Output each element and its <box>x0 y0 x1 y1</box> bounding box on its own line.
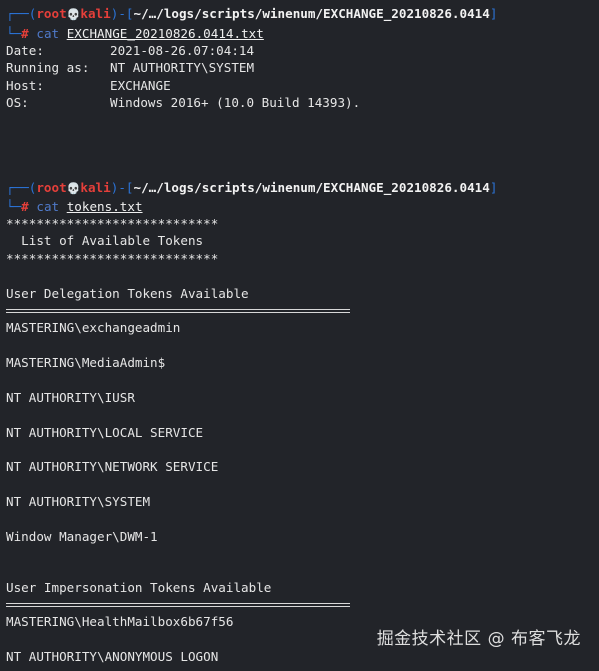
info-row-date: Date: 2021-08-26.07:04:14 <box>6 43 255 58</box>
token-item: MASTERING\HealthMailbox6b67f56 <box>6 614 234 629</box>
terminal-window[interactable]: ┌──(root💀kali)-[~/…/logs/scripts/winenum… <box>0 0 599 671</box>
token-item: MASTERING\MediaAdmin$ <box>6 355 166 370</box>
delegation-heading: User Delegation Tokens Available <box>6 286 249 301</box>
stars-bottom: **************************** <box>6 251 219 266</box>
watermark: 掘金技术社区 @ 布客飞龙 <box>376 629 581 649</box>
prompt-path: ~/…/logs/scripts/winenum/EXCHANGE_202108… <box>133 6 490 21</box>
tokens-heading: List of Available Tokens <box>6 233 204 248</box>
prompt-bracket-mid: )-[ <box>110 6 134 21</box>
token-item: NT AUTHORITY\ANONYMOUS LOGON <box>6 649 219 664</box>
prompt-line-2: ┌──(root💀kali)-[~/…/logs/scripts/winenum… <box>6 180 498 195</box>
prompt-line-1: ┌──(root💀kali)-[~/…/logs/scripts/winenum… <box>6 5 497 22</box>
prompt-user: root <box>36 6 67 21</box>
skull-icon: 💀 <box>66 182 81 195</box>
stars-top: **************************** <box>6 216 219 231</box>
command-argument[interactable]: tokens.txt <box>67 199 143 214</box>
divider <box>6 309 350 313</box>
token-item: NT AUTHORITY\SYSTEM <box>6 494 151 509</box>
prompt-symbol: # <box>21 26 29 41</box>
info-row-running-as: Running as: NT AUTHORITY\SYSTEM <box>6 60 255 75</box>
token-item: NT AUTHORITY\NETWORK SERVICE <box>6 459 219 474</box>
token-item: NT AUTHORITY\IUSR <box>6 390 135 405</box>
info-row-host: Host: EXCHANGE <box>6 78 171 93</box>
impersonation-heading: User Impersonation Tokens Available <box>6 580 272 595</box>
prompt-host: kali <box>80 6 111 21</box>
command-line-1: └─# cat EXCHANGE_20210826.0414.txt <box>6 26 264 41</box>
command-line-2: └─# cat tokens.txt <box>6 199 143 214</box>
token-item: MASTERING\exchangeadmin <box>6 320 181 335</box>
prompt-bracket-left: ┌──( <box>6 6 37 21</box>
info-row-os: OS: Windows 2016+ (10.0 Build 14393). <box>6 95 361 110</box>
prompt-bracket-right: ] <box>489 6 498 21</box>
command-argument[interactable]: EXCHANGE_20210826.0414.txt <box>67 26 264 41</box>
command-word: cat <box>36 26 60 41</box>
token-item: Window Manager\DWM-1 <box>6 529 158 544</box>
token-item: NT AUTHORITY\LOCAL SERVICE <box>6 425 204 440</box>
divider <box>6 603 350 607</box>
skull-icon: 💀 <box>66 8 81 21</box>
